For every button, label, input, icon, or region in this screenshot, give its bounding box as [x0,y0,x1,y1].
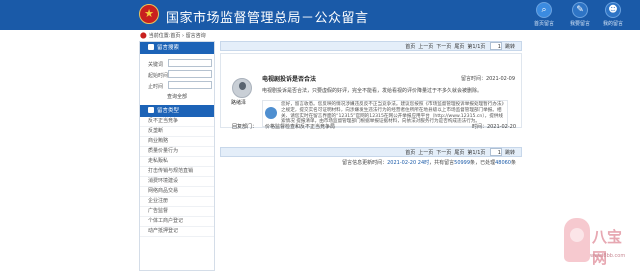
location-pin-icon: ⬤ [140,32,147,39]
main-content: 首页 上一页 下一页 尾页 第1/1页 1 跳转 路绪泽 电视剧投诉是否合法 留言时间：2… [220,41,522,166]
start-time-row: 起始时间 [140,69,214,80]
page-number-input[interactable]: 1 [489,42,502,50]
next-page-link[interactable]: 下一页 [436,150,451,156]
end-time-row: 止时间 [140,80,214,91]
keyword-row: 关键词 [140,58,214,69]
message-type-item[interactable]: 动产抵押登记 [140,227,214,237]
prev-page-link[interactable]: 上一页 [418,44,433,50]
site-header: ★ 国家市场监督管理总局－公众留言 ⌕ 首页留言 ✎ 我要留言 ☻ 我的留言 [0,0,640,30]
start-time-input[interactable] [168,70,212,78]
watermark-url: www.8bb.com [590,253,626,259]
site-title: 国家市场监督管理总局－公众留言 [166,11,369,26]
nav-label: 我的留言 [602,21,623,27]
message-type-item[interactable]: 走私贩私 [140,157,214,167]
page-number-input[interactable]: 1 [489,148,502,156]
reply-dept: 价格监督检查和反不正当竞争局 [265,124,336,130]
message-type-item[interactable]: 打击传销与规范直销 [140,167,214,177]
nav-leave-message[interactable]: ✎ 我要留言 [565,2,595,30]
message-card: 路绪泽 电视剧投诉是否合法 留言时间：2021-02-09 电视剧投诉是否合法，… [220,53,522,128]
reply-avatar-icon [265,107,277,119]
mascot-icon [564,218,590,262]
search-icon: ⌕ [536,2,552,18]
search-panel-label: 留言搜索 [157,45,180,51]
count-label: ，共有留言 [429,160,455,166]
updated-label: 留言信息更新时间： [342,160,388,166]
panel-icon [148,44,154,50]
watermark-brand: 八宝网 [592,228,623,267]
page-info: 第1/1页 [467,149,486,156]
message-type-item[interactable]: 反垄断 [140,127,214,137]
avatar [232,78,252,98]
message-count: 50999 [454,160,471,166]
first-page-link[interactable]: 首页 [405,44,415,50]
message-body: 电视剧投诉是否合法，只要虚假的好评，完全不能看，发给看视的评价降量过于不多久就会… [262,88,483,94]
end-time-label: 止时间 [148,84,164,90]
message-time: 留言时间：2021-02-09 [460,76,515,82]
query-all-button[interactable]: 查询全部 [158,93,196,101]
nav-message-home[interactable]: ⌕ 首页留言 [529,2,559,30]
message-type-item[interactable]: 企业注册 [140,197,214,207]
message-type-item[interactable]: 质量价量行为 [140,147,214,157]
stats-line: 留言信息更新时间：2021-02-20 24时，共有留言50999 条 ，已处理48… [220,159,522,166]
breadcrumb: ⬤ 当前位置:首页 › 留言咨询 [140,32,206,39]
pager-bottom: 首页 上一页 下一页 尾页 第1/1页 1 跳转 [220,147,522,157]
message-type-title: 留言类型 [140,105,214,117]
keyword-label: 关键词 [148,62,164,68]
panel-icon [148,107,154,113]
keyword-input[interactable] [168,59,212,67]
reply-time: 时间：2021-02-20 [471,124,516,130]
replied-unit: 条 [510,160,516,166]
message-type-item[interactable]: 消费环境建设 [140,177,214,187]
edit-icon: ✎ [572,2,588,18]
last-page-link[interactable]: 尾页 [454,44,464,50]
watermark-logo: 八宝网 www.8bb.com [564,218,626,267]
national-emblem-icon: ★ [139,4,159,24]
message-type-item[interactable]: 广告监督 [140,207,214,217]
nav-my-messages[interactable]: ☻ 我的留言 [598,2,628,30]
user-icon: ☻ [605,2,621,18]
jump-button[interactable]: 跳转 [505,44,515,50]
message-type-item[interactable]: 网络商品交易 [140,187,214,197]
jump-button[interactable]: 跳转 [505,150,515,156]
message-type-label: 留言类型 [157,108,180,114]
start-time-label: 起始时间 [148,73,169,79]
reply-text: 您好，留言收悉。您反映的情况涉嫌违反反不正当竞争法。建议您按照《市场监督管理投诉… [281,102,504,125]
page-number-value: 1 [497,44,501,50]
replied-label: ，已处理 [475,160,496,166]
page-info: 第1/1页 [467,43,486,50]
message-type-item[interactable]: 商业贿赂 [140,137,214,147]
message-type-item[interactable]: 个体工商户登记 [140,217,214,227]
breadcrumb-text: 当前位置:首页 › 留言咨询 [148,33,206,39]
pager-top: 首页 上一页 下一页 尾页 第1/1页 1 跳转 [220,41,522,51]
end-time-input[interactable] [168,81,212,89]
sidebar: 留言搜索 关键词 起始时间 止时间 查询全部 留言类型 反不正当竞争 反垄断 商业贿… [139,41,215,271]
last-page-link[interactable]: 尾页 [454,150,464,156]
replied-count: 48060 [495,160,511,166]
updated-time: 2021-02-20 24时 [387,160,430,166]
page-number-value: 1 [497,150,501,156]
nav-label: 我要留言 [569,21,590,27]
message-type-item[interactable]: 反不正当竞争 [140,117,214,127]
message-type-list: 反不正当竞争 反垄断 商业贿赂 质量价量行为 走私贩私 打击传销与规范直销 消费环境建设 网络… [140,117,214,237]
message-title[interactable]: 电视剧投诉是否合法 [262,74,316,83]
nav-label: 首页留言 [533,21,554,27]
search-panel-title: 留言搜索 [140,42,214,54]
next-page-link[interactable]: 下一页 [436,44,451,50]
prev-page-link[interactable]: 上一页 [418,150,433,156]
reply-dept-label: 回复部门： [232,124,258,130]
author-name: 路绪泽 [231,100,247,106]
first-page-link[interactable]: 首页 [405,150,415,156]
